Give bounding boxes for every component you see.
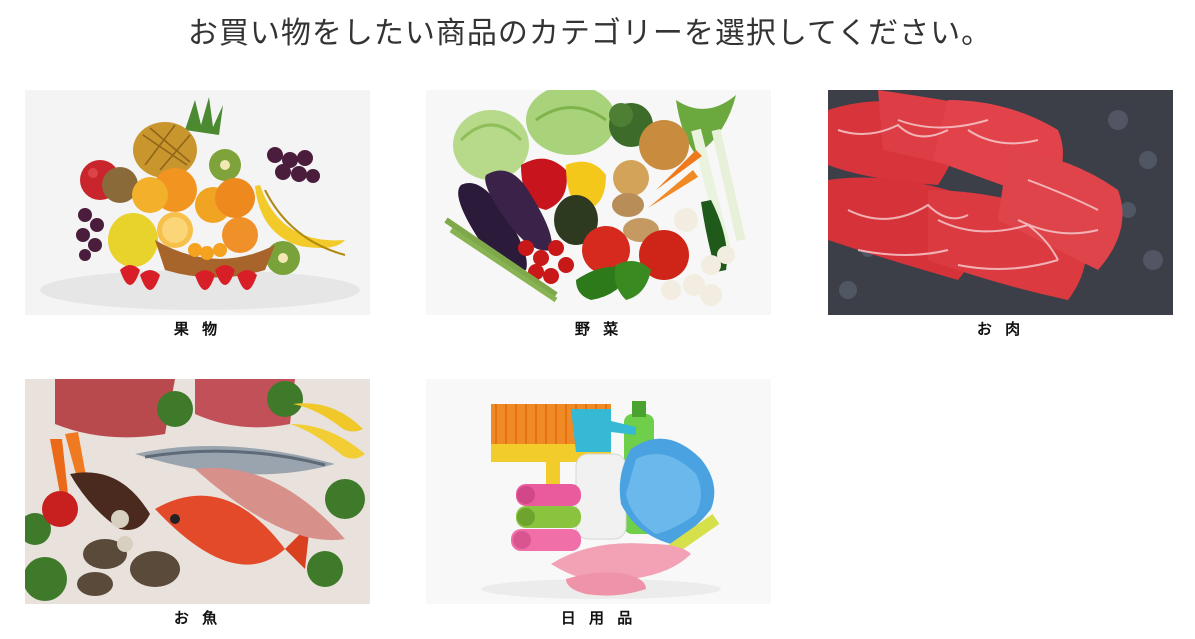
category-card-fruit[interactable]: 果 物	[25, 90, 370, 342]
meat-photo[interactable]	[828, 90, 1173, 315]
category-card-daily-goods[interactable]: 日 用 品	[426, 379, 771, 631]
category-label[interactable]: 果 物	[25, 316, 370, 342]
daily-goods-photo[interactable]	[426, 379, 771, 604]
fish-photo[interactable]	[25, 379, 370, 604]
category-label[interactable]: お 肉	[828, 316, 1173, 342]
category-grid: 果 物 野 菜 お 肉 お 魚 日 用 品	[25, 90, 1173, 630]
fruit-photo[interactable]	[25, 90, 370, 315]
category-card-fish[interactable]: お 魚	[25, 379, 370, 631]
category-card-meat[interactable]: お 肉	[828, 90, 1173, 342]
category-label[interactable]: 野 菜	[426, 316, 771, 342]
category-label[interactable]: お 魚	[25, 605, 370, 631]
page-title: お買い物をしたい商品のカテゴリーを選択してください。	[187, 16, 993, 51]
category-label[interactable]: 日 用 品	[426, 605, 771, 631]
category-card-vegetables[interactable]: 野 菜	[426, 90, 771, 342]
vegetable-photo[interactable]	[426, 90, 771, 315]
